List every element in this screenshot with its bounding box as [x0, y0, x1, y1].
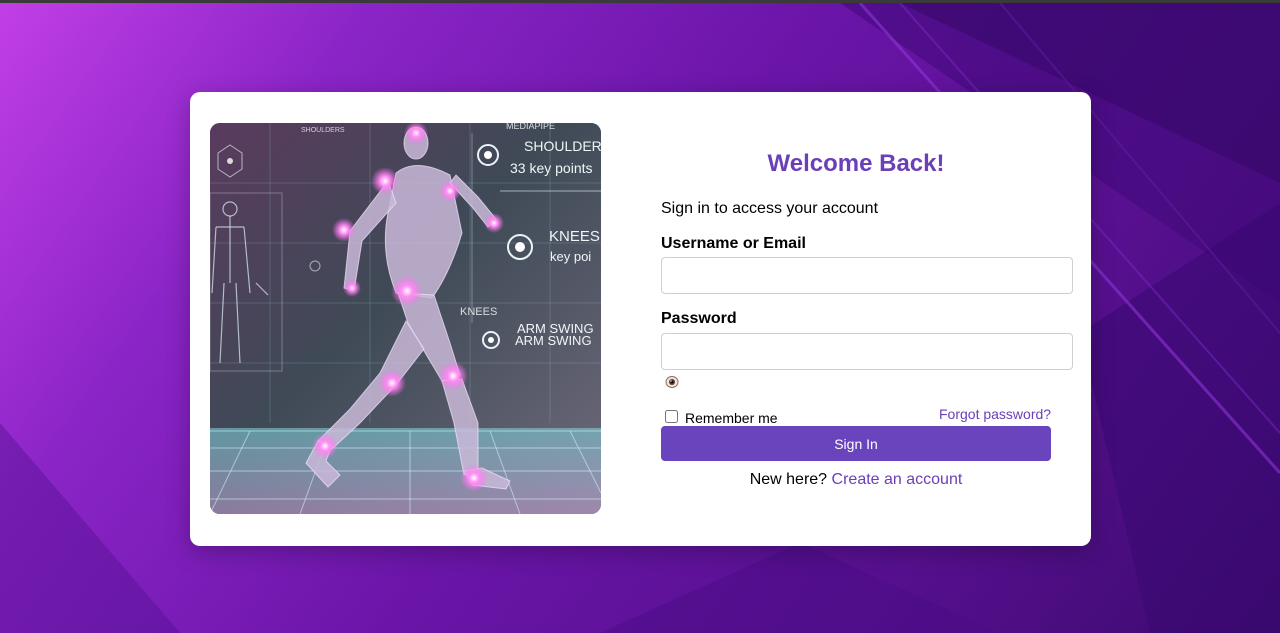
hero-label-shoulders-small: SHOULDERS	[301, 127, 345, 134]
username-label: Username or Email	[661, 235, 806, 252]
hero-label-arm-swing-2: ARM SWING	[515, 333, 592, 348]
hero-label-knees: KNEES	[549, 228, 600, 245]
remember-label: Remember me	[685, 410, 778, 426]
hero-image: SHOULDERS MEDIAPIPE SHOULDER 33 key poin…	[210, 123, 601, 514]
password-label: Password	[661, 310, 737, 327]
hero-label-knees-small: KNEES	[460, 306, 497, 318]
remember-me[interactable]: Remember me	[665, 408, 778, 426]
new-here-text: New here? Create an account	[661, 471, 1051, 489]
login-card: SHOULDERS MEDIAPIPE SHOULDER 33 key poin…	[190, 92, 1091, 546]
welcome-title: Welcome Back!	[767, 150, 945, 177]
hero-label-key-po: key poi	[550, 249, 591, 264]
hero-label-mediapipe: MEDIAPIPE	[506, 123, 555, 131]
remember-checkbox[interactable]	[665, 409, 678, 423]
create-account-link[interactable]: Create an account	[832, 471, 963, 488]
new-here-label: New here?	[749, 471, 832, 488]
login-form: Welcome Back! Sign in to access your acc…	[661, 92, 1073, 546]
subtitle: Sign in to access your account	[661, 200, 879, 217]
hero-label-shoulder: SHOULDER	[524, 138, 601, 154]
password-input[interactable]	[661, 333, 1073, 370]
sign-in-button[interactable]: Sign In	[661, 426, 1051, 461]
hero-label-key-points: 33 key points	[510, 160, 593, 176]
username-input[interactable]	[661, 257, 1073, 294]
eye-icon[interactable]	[665, 375, 679, 389]
forgot-password-link[interactable]: Forgot password?	[939, 406, 1051, 422]
